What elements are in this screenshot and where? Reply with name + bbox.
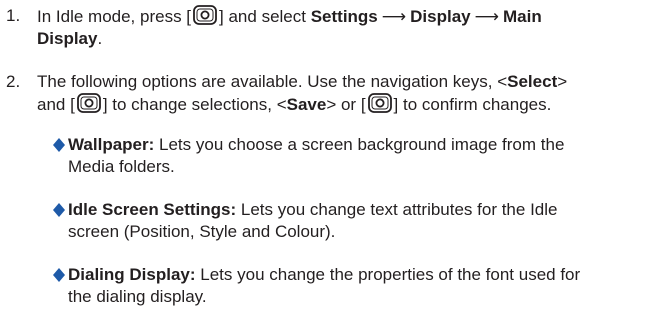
ok-key-icon [367, 93, 392, 113]
step-text-part: In Idle mode, press [ [37, 7, 192, 26]
step-number: 1. [6, 6, 21, 25]
ok-key-icon [193, 5, 217, 25]
arrow-icon: ⟶ [381, 7, 407, 26]
step-text: In Idle mode, press [ ] and select Settin… [37, 5, 649, 50]
diamond-bullet-icon [53, 268, 65, 282]
option-name: Idle Screen Settings: [68, 200, 237, 219]
step-text-part: The following options are available. Use… [37, 72, 508, 91]
step-text-part: ] to change selections, < [102, 95, 287, 114]
step-text-end: . [97, 29, 103, 48]
option-text: Wallpaper: Lets you choose a screen back… [68, 134, 648, 178]
save-softkey-label: Save [286, 95, 327, 114]
step-1: 1. In Idle mode, press [ ] and select Set… [0, 5, 652, 55]
option-description: the dialing display. [68, 287, 207, 306]
menu-display: Display [410, 7, 471, 26]
step-text: The following options are available. Use… [37, 71, 649, 116]
option-wallpaper: Wallpaper: Lets you choose a screen back… [52, 134, 648, 184]
menu-main: Main [503, 7, 542, 26]
option-description: Lets you choose a screen background imag… [154, 135, 565, 154]
ok-key-icon [76, 93, 101, 113]
option-description: screen (Position, Style and Colour). [68, 222, 336, 241]
step-text-part: > [557, 72, 568, 91]
option-description: Lets you change text attributes for the … [236, 200, 558, 219]
option-text: Idle Screen Settings: Lets you change te… [68, 199, 648, 243]
step-number: 2. [6, 72, 21, 91]
select-softkey-label: Select [507, 72, 558, 91]
step-text-part: ] and select [219, 7, 311, 26]
menu-main-display: Display [37, 29, 98, 48]
option-dialing-display: Dialing Display: Lets you change the pro… [52, 264, 648, 314]
option-description: Lets you change the properties of the fo… [195, 265, 581, 284]
diamond-bullet-icon [53, 138, 65, 152]
option-name: Wallpaper: [68, 135, 155, 154]
step-2: 2. The following options are available. … [0, 71, 652, 121]
option-idle-screen-settings: Idle Screen Settings: Lets you change te… [52, 199, 648, 249]
option-name: Dialing Display: [68, 265, 196, 284]
instruction-page: 1. In Idle mode, press [ ] and select Set… [0, 0, 652, 328]
menu-settings: Settings [310, 7, 378, 26]
step-text-part: and [ [37, 95, 75, 114]
step-text-part: > or [ [326, 95, 366, 114]
arrow-icon: ⟶ [474, 7, 499, 26]
option-text: Dialing Display: Lets you change the pro… [68, 264, 648, 308]
step-text-part: ] to confirm changes. [393, 95, 552, 114]
option-description: Media folders. [68, 157, 175, 176]
diamond-bullet-icon [53, 203, 65, 217]
